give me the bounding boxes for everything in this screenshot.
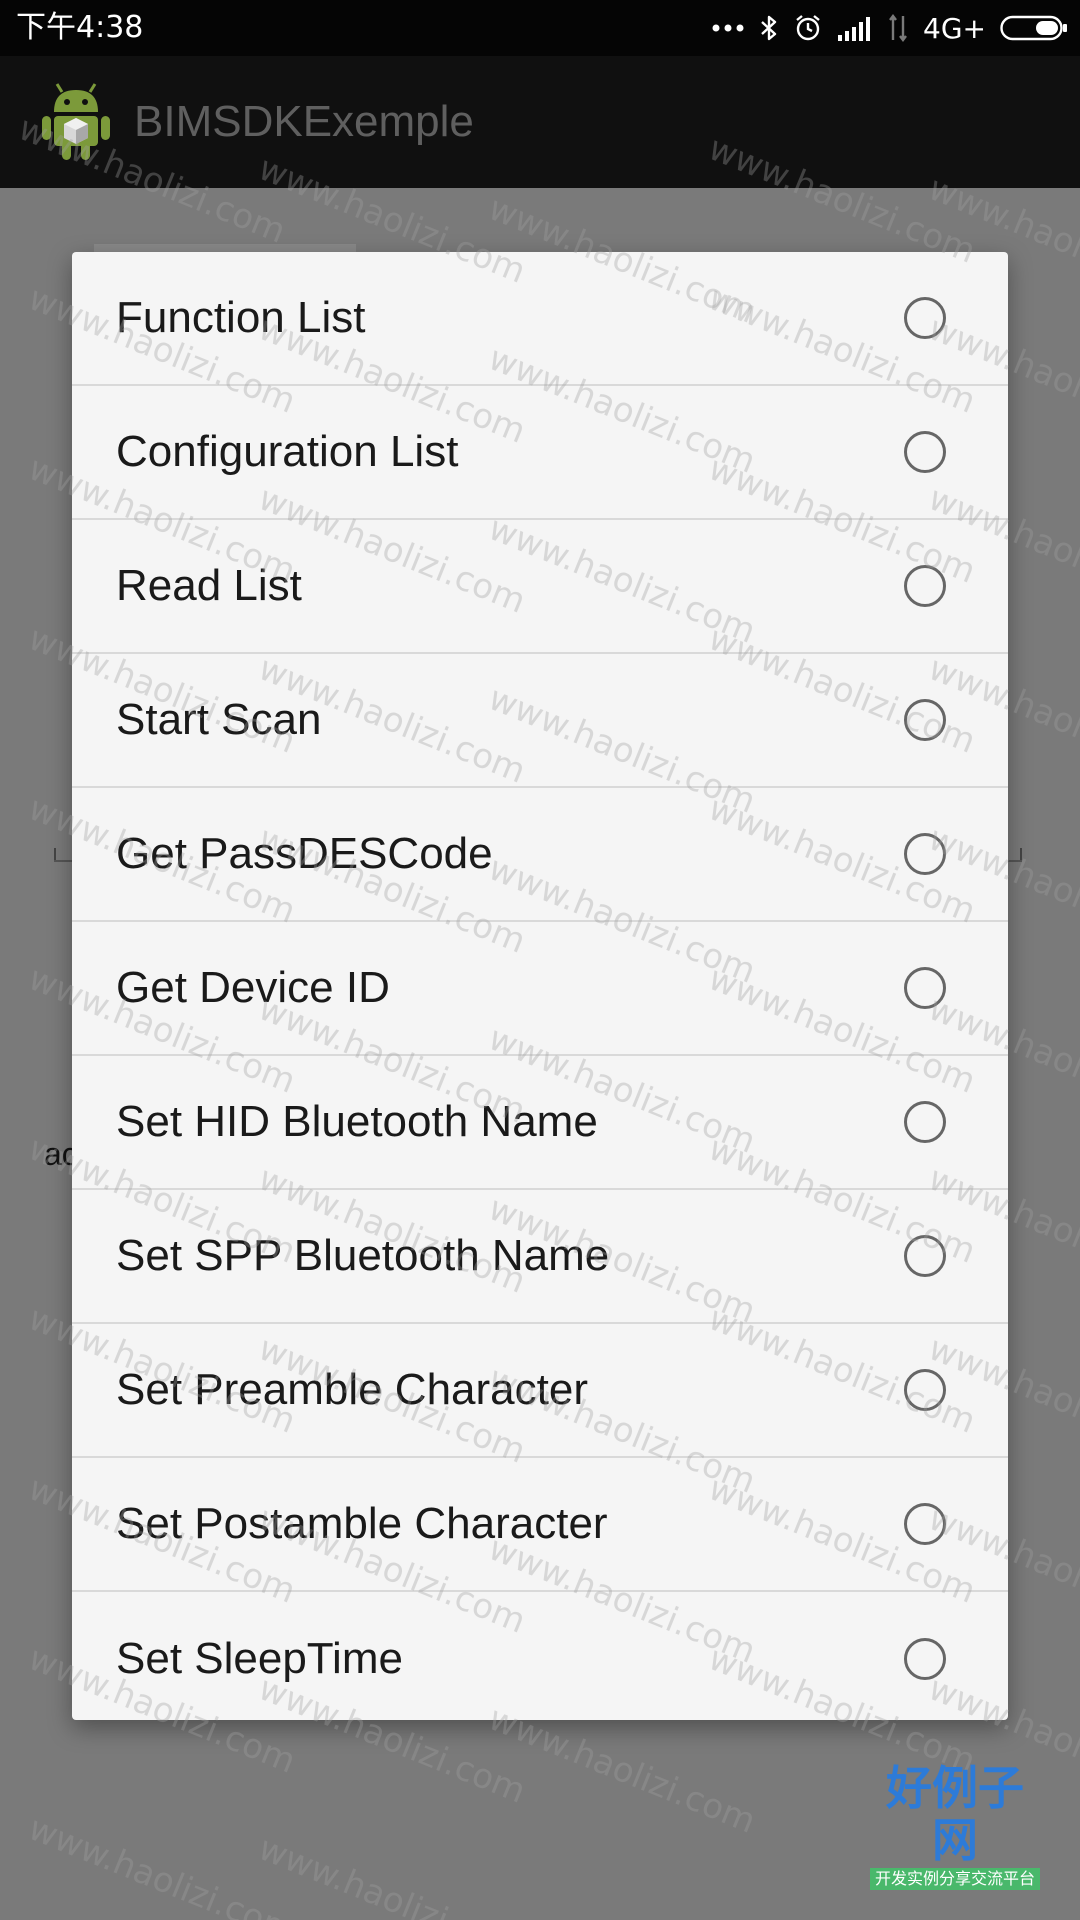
radio-button[interactable] <box>904 1369 946 1411</box>
option-row[interactable]: Start Scan <box>72 654 1008 788</box>
option-label: Set SPP Bluetooth Name <box>116 1231 610 1280</box>
radio-button[interactable] <box>904 1101 946 1143</box>
radio-button[interactable] <box>904 833 946 875</box>
option-row[interactable]: Read List <box>72 520 1008 654</box>
option-label: Set Preamble Character <box>116 1365 588 1414</box>
radio-button[interactable] <box>904 565 946 607</box>
option-label: Set SleepTime <box>116 1634 403 1683</box>
radio-button[interactable] <box>904 431 946 473</box>
option-row[interactable]: Set SPP Bluetooth Name <box>72 1190 1008 1324</box>
option-row[interactable]: Function List <box>72 252 1008 386</box>
option-row[interactable]: Get PassDESCode <box>72 788 1008 922</box>
option-label: Start Scan <box>116 695 322 744</box>
brand-watermark: 好例子网 开发实例分享交流平台 <box>870 1762 1040 1890</box>
option-row[interactable]: Set Postamble Character <box>72 1458 1008 1592</box>
app-bar: BIMSDKExemple <box>0 56 1080 188</box>
android-logo-icon <box>40 82 112 162</box>
options-dialog: Function List Configuration List Read List… <box>72 252 1008 1720</box>
signal-icon <box>837 8 873 48</box>
radio-button[interactable] <box>904 1235 946 1277</box>
option-label: Get PassDESCode <box>116 829 493 878</box>
option-row[interactable]: Set HID Bluetooth Name <box>72 1056 1008 1190</box>
option-row[interactable]: Set Preamble Character <box>72 1324 1008 1458</box>
status-icons: 4G+ <box>711 8 1068 48</box>
alarm-icon <box>793 8 823 48</box>
app-title: BIMSDKExemple <box>134 97 474 146</box>
network-type-label: 4G+ <box>923 11 986 45</box>
radio-button[interactable] <box>904 967 946 1009</box>
status-bar: 下午4:38 4G+ <box>0 0 1080 56</box>
option-label: Get Device ID <box>116 963 390 1012</box>
radio-button[interactable] <box>904 297 946 339</box>
brand-subtitle: 开发实例分享交流平台 <box>870 1868 1040 1890</box>
battery-icon <box>1000 8 1068 48</box>
option-row[interactable]: Get Device ID <box>72 922 1008 1056</box>
status-time: 下午4:38 <box>16 10 144 45</box>
option-label: Function List <box>116 293 366 342</box>
option-row[interactable]: Set SleepTime <box>72 1592 1008 1720</box>
no-data-signal-icon <box>887 8 909 48</box>
radio-button[interactable] <box>904 1638 946 1680</box>
option-label: Set HID Bluetooth Name <box>116 1097 598 1146</box>
bluetooth-icon <box>759 8 779 48</box>
option-row[interactable]: Configuration List <box>72 386 1008 520</box>
more-dots-icon <box>711 8 745 48</box>
option-label: Read List <box>116 561 302 610</box>
radio-button[interactable] <box>904 699 946 741</box>
radio-button[interactable] <box>904 1503 946 1545</box>
brand-title: 好例子网 <box>886 1761 1024 1867</box>
option-label: Set Postamble Character <box>116 1499 608 1548</box>
option-label: Configuration List <box>116 427 459 476</box>
